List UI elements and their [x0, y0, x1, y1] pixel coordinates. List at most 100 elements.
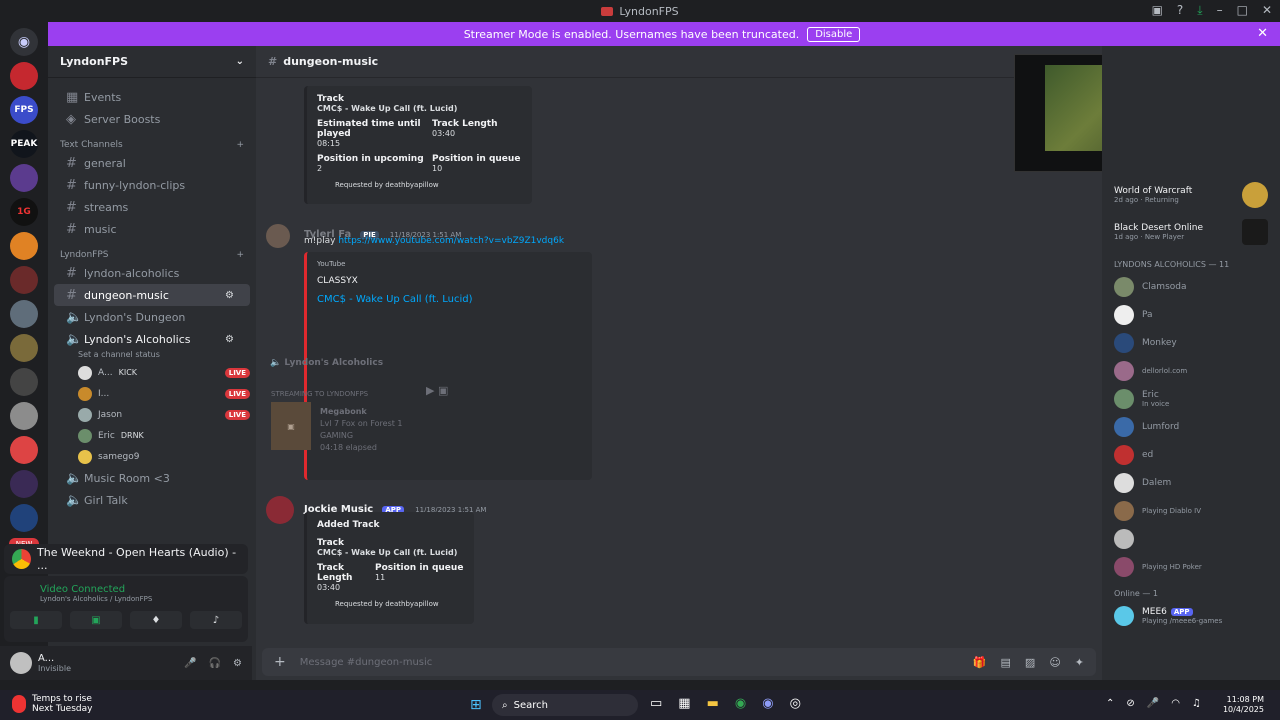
category-text-channels[interactable]: Text Channels +: [48, 130, 256, 152]
channel-settings-icon[interactable]: ⚙: [225, 334, 238, 345]
server-icon[interactable]: [10, 266, 38, 294]
voice-channel-dungeon[interactable]: 🔈 Lyndon's Dungeon: [54, 306, 250, 328]
close-icon[interactable]: ✕: [1262, 3, 1272, 18]
member-row[interactable]: Eric In voice: [1102, 385, 1280, 413]
member-row[interactable]: Monkey: [1102, 329, 1280, 357]
clock[interactable]: 11:08 PM 10/4/2025: [1223, 695, 1264, 715]
steam-icon[interactable]: ◎: [790, 696, 801, 711]
embed-title[interactable]: CMC$ - Wake Up Call (ft. Lucid): [317, 294, 582, 305]
guild-header[interactable]: LyndonFPS ⌄: [48, 46, 256, 78]
volume-icon[interactable]: ♫: [1192, 698, 1201, 709]
embed-channel[interactable]: CLASSYX: [317, 276, 582, 286]
microphone-icon[interactable]: 🎤: [184, 658, 196, 669]
add-channel-icon[interactable]: +: [236, 140, 244, 150]
member-row[interactable]: [1102, 525, 1280, 553]
channel-settings-icon[interactable]: ⚙: [225, 290, 238, 301]
gift-icon[interactable]: 🎁: [973, 656, 987, 669]
chevron-down-icon[interactable]: ⌄: [236, 56, 244, 67]
direct-messages-icon[interactable]: ◉: [10, 28, 38, 56]
channel-streams[interactable]: # streams: [54, 196, 250, 218]
apps-icon[interactable]: ✦: [1075, 656, 1084, 669]
start-icon[interactable]: ⊞: [470, 697, 482, 713]
disable-button[interactable]: Disable: [807, 26, 861, 42]
mic-icon[interactable]: 🎤: [1147, 698, 1159, 709]
add-channel-icon[interactable]: +: [236, 250, 244, 260]
voice-channel-path[interactable]: Lyndon's Alcoholics / LyndonFPS: [4, 595, 248, 603]
member-row[interactable]: Lumford: [1102, 413, 1280, 441]
youtube-link[interactable]: https://www.youtube.com/watch?v=vbZ9Z1vd…: [338, 236, 564, 246]
add-attachment-icon[interactable]: +: [274, 654, 286, 670]
voice-channel-girl-talk[interactable]: 🔈 Girl Talk: [54, 489, 250, 511]
game-item[interactable]: World of Warcraft 2d ago · Returning: [1102, 178, 1280, 212]
server-icon[interactable]: [10, 232, 38, 260]
channel-funny-lyndon-clips[interactable]: # funny-lyndon-clips: [54, 174, 250, 196]
member-row[interactable]: Playing Diablo IV: [1102, 497, 1280, 525]
member-row[interactable]: Dalem: [1102, 469, 1280, 497]
voice-channel-alcoholics[interactable]: 🔈 Lyndon's Alcoholics ⚙: [54, 328, 250, 350]
task-view-icon[interactable]: ▭: [650, 696, 662, 711]
member-row[interactable]: Playing HD Poker: [1102, 553, 1280, 581]
avatar[interactable]: [266, 496, 294, 524]
member-row[interactable]: Clamsoda: [1102, 273, 1280, 301]
inbox-icon[interactable]: ▣: [1152, 3, 1163, 18]
sticker-icon[interactable]: ▨: [1025, 656, 1035, 669]
screen-share-button[interactable]: ▣: [70, 611, 122, 629]
voice-user[interactable]: Jason LIVE: [48, 404, 256, 425]
voice-user[interactable]: Eric DRNK: [48, 425, 256, 446]
server-icon[interactable]: [10, 402, 38, 430]
maximize-icon[interactable]: □: [1237, 3, 1248, 18]
minimize-icon[interactable]: –: [1217, 3, 1223, 18]
help-icon[interactable]: ?: [1177, 3, 1183, 18]
voice-channel-music-room[interactable]: 🔈 Music Room <3: [54, 467, 250, 489]
server-icon-fps[interactable]: FPS: [10, 96, 38, 124]
activity-panel[interactable]: The Weeknd - Open Hearts (Audio) - ...: [4, 544, 248, 574]
server-icon[interactable]: [10, 300, 38, 328]
server-icon[interactable]: [10, 334, 38, 362]
taskbar-search[interactable]: ⌕ Search: [492, 694, 638, 716]
events-item[interactable]: ▦ Events: [54, 86, 250, 108]
channel-status-hint[interactable]: Set a channel status: [48, 350, 256, 362]
banner-close-icon[interactable]: ✕: [1257, 26, 1268, 41]
discord-taskbar-icon[interactable]: ◉: [762, 696, 773, 711]
voice-user[interactable]: I... LIVE: [48, 383, 256, 404]
gif-icon[interactable]: ▤: [1001, 656, 1011, 669]
server-icon[interactable]: [10, 436, 38, 464]
server-icon-peak[interactable]: PEAK: [10, 130, 38, 158]
chevron-up-icon[interactable]: ⌃: [1106, 698, 1114, 709]
category-lyndonfps[interactable]: LyndonFPS +: [48, 240, 256, 262]
channel-general[interactable]: # general: [54, 152, 250, 174]
activities-button[interactable]: ♦: [130, 611, 182, 629]
avatar[interactable]: [10, 652, 32, 674]
channel-music[interactable]: # music: [54, 218, 250, 240]
composer-placeholder[interactable]: Message #dungeon-music: [300, 657, 433, 668]
server-icon[interactable]: [10, 470, 38, 498]
soundboard-button[interactable]: ♪: [190, 611, 242, 629]
voice-user[interactable]: samego9: [48, 446, 256, 467]
member-row[interactable]: MEE6 APP Playing /meee6-games: [1102, 602, 1280, 630]
play-icon[interactable]: ▶ ▣: [426, 384, 448, 397]
voice-user[interactable]: A... KICK LIVE: [48, 362, 256, 383]
member-row[interactable]: Pa: [1102, 301, 1280, 329]
member-row[interactable]: ed: [1102, 441, 1280, 469]
server-boosts-item[interactable]: ◈ Server Boosts: [54, 108, 250, 130]
gear-icon[interactable]: ⚙: [233, 658, 242, 669]
message-composer[interactable]: + Message #dungeon-music 🎁 ▤ ▨ ☺ ✦: [262, 648, 1096, 676]
chrome-taskbar-icon[interactable]: ◉: [735, 696, 746, 711]
download-icon[interactable]: ⤓: [1197, 3, 1202, 18]
voice-status[interactable]: Video Connected: [4, 576, 248, 595]
channel-dungeon-music[interactable]: # dungeon-music ⚙: [54, 284, 250, 306]
server-icon[interactable]: [10, 62, 38, 90]
member-row[interactable]: dellorlol.com: [1102, 357, 1280, 385]
channel-lyndon-alcoholics[interactable]: # lyndon-alcoholics: [54, 262, 250, 284]
emoji-icon[interactable]: ☺: [1049, 656, 1060, 669]
folder-icon[interactable]: ▬: [707, 696, 719, 711]
server-icon[interactable]: [10, 164, 38, 192]
server-icon-1g[interactable]: 1G: [10, 198, 38, 226]
store-icon[interactable]: ▦: [678, 696, 690, 711]
headphones-icon[interactable]: 🎧: [209, 658, 221, 669]
network-off-icon[interactable]: ⊘: [1126, 698, 1134, 709]
server-icon[interactable]: [10, 504, 38, 532]
game-item[interactable]: Black Desert Online 1d ago · New Player: [1102, 212, 1280, 252]
camera-button[interactable]: ▮: [10, 611, 62, 629]
weather-widget[interactable]: Temps to rise Next Tuesday: [12, 694, 92, 714]
